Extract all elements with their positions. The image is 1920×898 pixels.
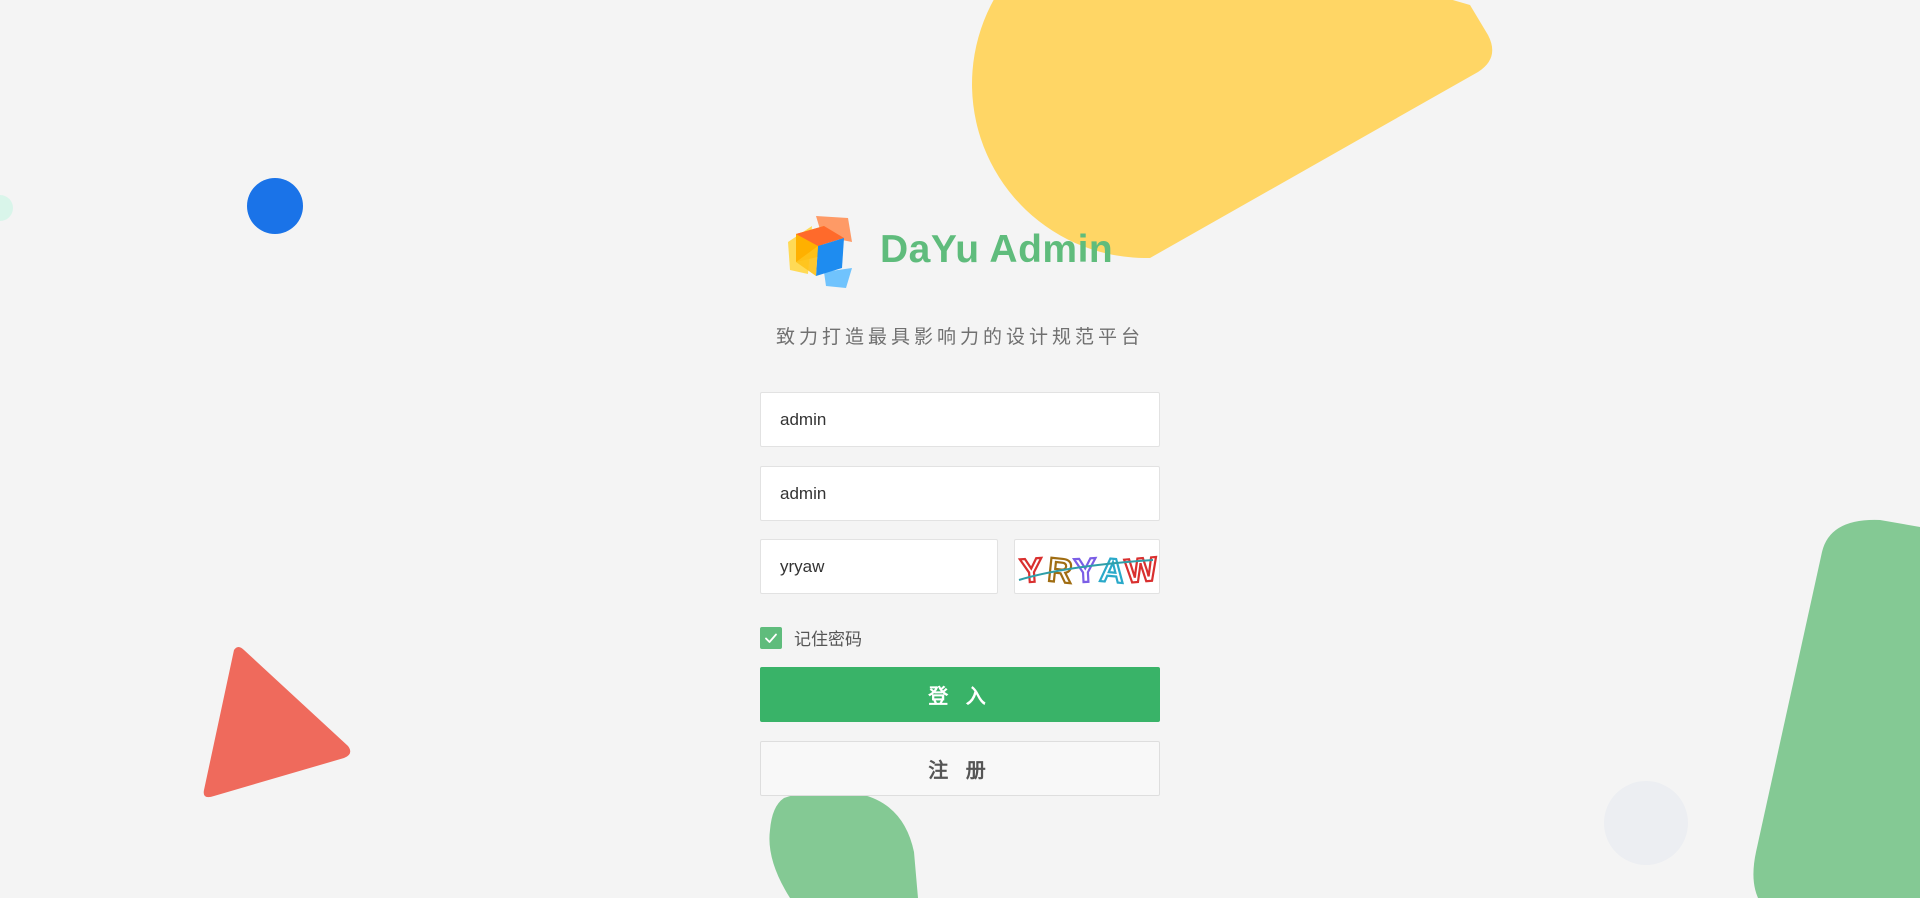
register-button[interactable]: 注 册 <box>760 741 1160 796</box>
username-field[interactable] <box>760 392 1160 447</box>
checkbox-checked-icon[interactable] <box>760 626 782 649</box>
login-button[interactable]: 登 入 <box>760 667 1160 722</box>
deco-green-pill-bottom <box>769 790 918 898</box>
deco-mint-circle <box>0 195 13 221</box>
deco-red-triangle <box>203 647 351 798</box>
captcha-graphic: Y R Y A W <box>1018 549 1161 592</box>
password-field[interactable] <box>760 466 1160 521</box>
brand-header: DaYu Admin <box>782 210 1113 290</box>
remember-password-label: 记住密码 <box>794 630 862 649</box>
slogan: 致力打造最具影响力的设计规范平台 <box>775 327 1144 348</box>
app-title: DaYu Admin <box>880 228 1114 271</box>
captcha-char-3: Y <box>1073 551 1098 590</box>
captcha-char-1: Y <box>1019 551 1045 591</box>
captcha-char-5: W <box>1123 550 1159 591</box>
captcha-image[interactable]: Y R Y A W <box>1014 539 1161 594</box>
captcha-field[interactable] <box>760 539 998 594</box>
deco-green-slab-right <box>1753 519 1920 898</box>
deco-blue-circle <box>247 178 303 234</box>
captcha-char-4: A <box>1098 551 1126 591</box>
username-input[interactable] <box>761 393 1159 446</box>
login-page: DaYu Admin 致力打造最具影响力的设计规范平台 Y R Y A W <box>0 0 1920 898</box>
deco-grey-circle <box>1604 781 1688 865</box>
password-input[interactable] <box>761 467 1159 520</box>
remember-password-checkbox[interactable]: 记住密码 <box>760 625 862 650</box>
cube-logo-icon <box>788 216 852 288</box>
captcha-input[interactable] <box>761 540 997 593</box>
checkmark-icon <box>765 633 777 643</box>
